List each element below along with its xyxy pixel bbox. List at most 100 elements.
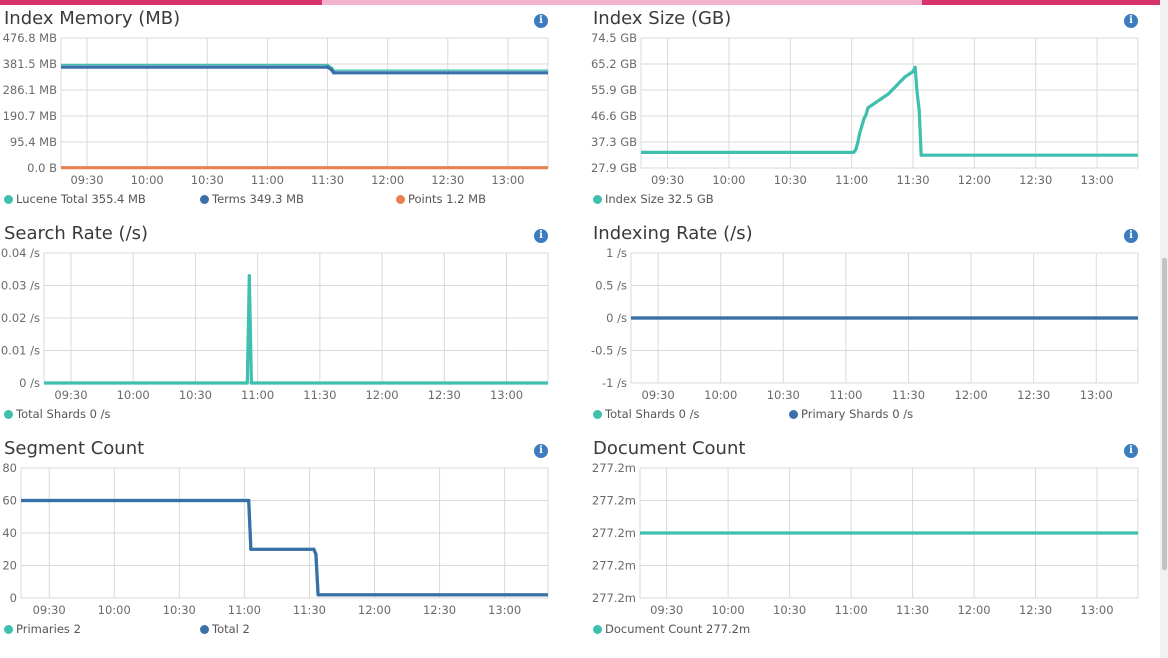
search-rate-panel: Search Rate (/s) i 0.04 /s 0.03 /s 0.02 /s… xyxy=(0,223,560,438)
x-tick-label: 10:30 xyxy=(179,388,212,402)
x-tick-label: 12:30 xyxy=(1017,388,1050,402)
legend-value: 277.2m xyxy=(706,622,751,636)
y-tick-label: 277.2m xyxy=(592,526,636,540)
index-size-chart: 74.5 GB 65.2 GB 55.9 GB 46.6 GB 37.3 GB 27.9 … xyxy=(591,31,1139,187)
series-line xyxy=(21,498,548,597)
legend-item-total[interactable]: Total 2 xyxy=(200,622,250,636)
y-tick-label: -0.5 /s xyxy=(591,344,627,358)
top-accent-bar xyxy=(0,0,1160,5)
data-point xyxy=(886,92,891,96)
legend-label: Lucene Total xyxy=(16,192,88,206)
x-tick-label: 09:30 xyxy=(650,603,683,617)
legend-item-primary-shards[interactable]: Primary Shards 0 /s xyxy=(789,407,913,421)
y-tick-label: 0.0 B xyxy=(27,161,57,175)
x-tick-label: 13:00 xyxy=(488,603,521,617)
data-point xyxy=(874,100,878,104)
data-point xyxy=(913,65,917,69)
legend-item-points[interactable]: Points 1.2 MB xyxy=(396,192,486,206)
data-point xyxy=(890,88,895,92)
y-tick-label: -1 /s xyxy=(602,376,627,390)
data-point xyxy=(917,108,921,113)
x-tick-label: 10:30 xyxy=(774,173,807,187)
legend-item-total-shards[interactable]: Total Shards 0 /s xyxy=(593,407,699,421)
y-tick-label: 1 /s xyxy=(606,246,627,260)
data-point xyxy=(899,79,903,83)
x-tick-label: 12:30 xyxy=(423,603,456,617)
x-tick-label: 11:00 xyxy=(835,173,868,187)
legend-label: Primary Shards xyxy=(801,407,889,421)
y-tick-label: 277.2m xyxy=(592,559,636,573)
data-point xyxy=(329,68,334,72)
y-tick-label: 46.6 GB xyxy=(591,109,637,123)
legend-dot xyxy=(200,625,209,634)
indexing-rate-panel: Indexing Rate (/s) i 1 /s 0.5 /s 0 /s -0.5 … xyxy=(590,223,1150,438)
y-tick-label: 0 xyxy=(10,591,17,605)
y-tick-label: 277.2m xyxy=(592,494,636,508)
data-point xyxy=(864,113,868,117)
x-tick-label: 10:00 xyxy=(712,173,745,187)
legend-item-primaries[interactable]: Primaries 2 xyxy=(4,622,81,636)
y-tick-label: 40 xyxy=(2,526,17,540)
data-point xyxy=(325,65,330,69)
y-tick-label: 60 xyxy=(2,494,17,508)
data-point xyxy=(856,141,860,145)
y-tick-label: 0.03 /s xyxy=(1,279,40,293)
x-tick-label: 10:30 xyxy=(163,603,196,617)
legend-value: 0 /s xyxy=(678,407,700,421)
y-tick-label: 0.04 /s xyxy=(1,246,40,260)
legend-item-total-shards[interactable]: Total Shards 0 /s xyxy=(4,407,110,421)
x-tick-label: 11:30 xyxy=(303,388,336,402)
data-point xyxy=(866,106,870,110)
x-tick-label: 12:00 xyxy=(957,603,990,617)
data-point xyxy=(249,381,254,385)
x-tick-label: 13:00 xyxy=(490,388,523,402)
y-tick-label: 37.3 GB xyxy=(591,135,637,149)
x-tick-label: 10:00 xyxy=(704,388,737,402)
y-tick-label: 0 /s xyxy=(19,376,40,390)
x-tick-label: 10:30 xyxy=(773,603,806,617)
x-tick-label: 12:00 xyxy=(365,388,398,402)
x-tick-label: 13:00 xyxy=(1080,603,1113,617)
series-line xyxy=(21,498,548,597)
data-point xyxy=(858,131,862,135)
legend-item-terms[interactable]: Terms 349.3 MB xyxy=(200,192,304,206)
legend-label: Total Shards xyxy=(605,407,675,421)
index-memory-panel: Index Memory (MB) i 476.8 MB 381.5 MB 286.… xyxy=(0,8,560,223)
legend-dot xyxy=(593,195,602,204)
legend-dot xyxy=(789,410,798,419)
indexing-rate-chart: 1 /s 0.5 /s 0 /s -0.5 /s -1 /s 09:30 10:00 10:3… xyxy=(591,246,1139,402)
index-memory-chart: 476.8 MB 381.5 MB 286.1 MB 190.7 MB 95.4 MB 0… xyxy=(3,31,549,187)
y-tick-label: 286.1 MB xyxy=(3,83,57,97)
series-line xyxy=(44,274,548,385)
y-tick-label: 0.02 /s xyxy=(1,311,40,325)
data-point xyxy=(314,552,318,556)
x-tick-label: 09:30 xyxy=(33,603,66,617)
legend-dot xyxy=(396,195,405,204)
x-tick-label: 11:00 xyxy=(835,603,868,617)
x-tick-label: 11:00 xyxy=(251,173,284,187)
legend-label: Points xyxy=(408,192,443,206)
x-tick-label: 13:00 xyxy=(491,173,524,187)
legend-label: Document Count xyxy=(605,622,703,636)
legend-item-lucene-total[interactable]: Lucene Total 355.4 MB xyxy=(4,192,146,206)
data-point xyxy=(919,153,923,157)
y-tick-label: 95.4 MB xyxy=(10,135,57,149)
legend-item-document-count[interactable]: Document Count 277.2m xyxy=(593,622,750,636)
legend-dot xyxy=(593,625,602,634)
document-count-panel: Document Count i 277.2m 277.2m 277.2m 277.2… xyxy=(590,438,1150,653)
data-point xyxy=(854,147,858,152)
x-tick-label: 10:30 xyxy=(191,173,224,187)
x-tick-label: 09:30 xyxy=(54,388,87,402)
data-point xyxy=(860,124,864,128)
legend-label: Terms xyxy=(212,192,246,206)
y-tick-label: 476.8 MB xyxy=(3,31,57,45)
x-tick-label: 11:00 xyxy=(228,603,261,617)
legend-item-index-size[interactable]: Index Size 32.5 GB xyxy=(593,192,714,206)
x-tick-label: 12:30 xyxy=(431,173,464,187)
data-point xyxy=(331,71,336,75)
x-tick-label: 11:30 xyxy=(311,173,344,187)
scrollbar-thumb[interactable] xyxy=(1162,258,1167,570)
y-tick-label: 0 /s xyxy=(606,311,627,325)
legend-value: 32.5 GB xyxy=(667,192,714,206)
legend-dot xyxy=(4,195,13,204)
